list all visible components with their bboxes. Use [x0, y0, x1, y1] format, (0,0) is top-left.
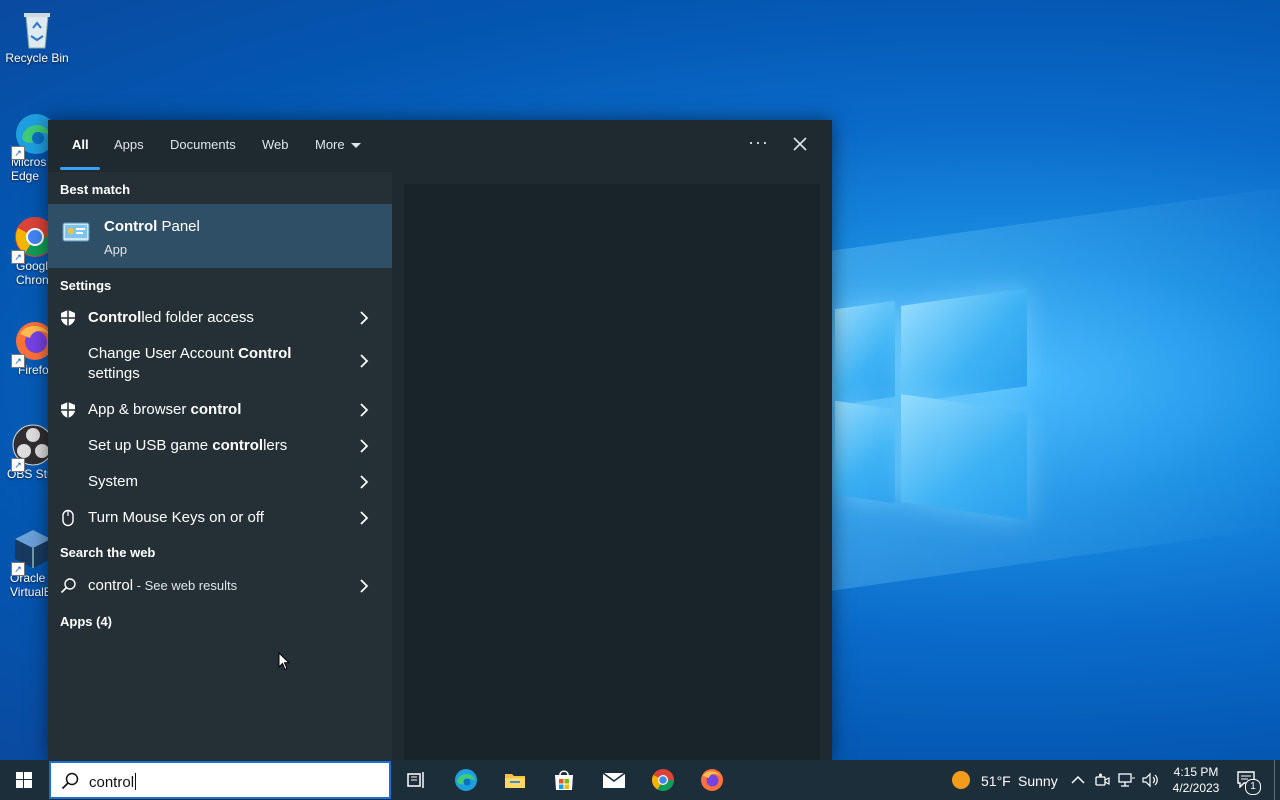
volume-icon[interactable] — [1142, 772, 1160, 788]
settings-item-label: Set up USB game controllers — [88, 437, 287, 454]
best-match-title-rest: Panel — [157, 218, 200, 235]
sun-icon — [952, 771, 970, 789]
chevron-up-icon[interactable] — [1070, 773, 1086, 787]
settings-heading: Settings — [60, 278, 112, 293]
web-result-control[interactable]: control - See web results — [48, 568, 392, 604]
desktop-icon-label: Recycle Bin — [5, 51, 69, 65]
web-result-query: control — [88, 577, 134, 594]
weather-temp: 51°F — [981, 773, 1011, 789]
best-match-title-bold: Control — [104, 218, 158, 235]
preview-pane — [404, 184, 820, 760]
chevron-right-icon — [360, 311, 369, 325]
settings-item-label-pre: Set up USB game — [88, 437, 213, 454]
settings-item-label: Turn Mouse Keys on or off — [88, 509, 264, 526]
weather-condition: Sunny — [1018, 773, 1058, 789]
best-match-title: Control Panel — [104, 218, 200, 235]
chevron-right-icon — [360, 475, 369, 489]
more-options-icon[interactable]: ··· — [748, 132, 769, 153]
settings-item-system[interactable]: System — [48, 464, 392, 500]
windows-logo-wallpaper — [835, 283, 1027, 520]
chevron-right-icon — [360, 511, 369, 525]
close-icon[interactable] — [790, 134, 810, 154]
settings-item-label: Change User Account Control settings — [88, 344, 338, 384]
search-input-value: control — [89, 774, 135, 791]
settings-item-label-bold: control — [212, 437, 264, 454]
settings-item-label-pre: Change User Account — [88, 345, 239, 362]
tab-apps[interactable]: Apps — [114, 137, 144, 152]
search-input[interactable]: control — [89, 773, 137, 791]
start-button[interactable] — [0, 760, 48, 800]
search-web-heading: Search the web — [60, 545, 156, 560]
settings-item-mouse-keys[interactable]: Turn Mouse Keys on or off — [48, 500, 392, 536]
search-icon — [61, 772, 79, 790]
tab-documents[interactable]: Documents — [170, 137, 236, 152]
apps-heading[interactable]: Apps (4) — [60, 614, 112, 629]
meet-now-icon[interactable] — [1094, 772, 1110, 788]
file-explorer-icon[interactable] — [503, 768, 527, 792]
recycle-bin-icon — [17, 8, 57, 49]
shield-icon — [61, 402, 75, 418]
taskbar: control 51°F Sunny 4:15 PM 4/2/2023 1 — [0, 760, 1280, 800]
settings-item-label-post: lers — [263, 437, 288, 454]
edge-icon[interactable] — [454, 768, 478, 792]
web-result-suffix: - See web results — [133, 578, 238, 593]
clock[interactable]: 4:15 PM 4/2/2023 — [1166, 764, 1226, 796]
store-icon[interactable] — [552, 768, 576, 792]
chevron-right-icon — [360, 354, 369, 368]
shortcut-arrow-icon: ↗ — [11, 354, 25, 368]
mail-icon[interactable] — [602, 768, 626, 792]
task-view-icon[interactable] — [404, 768, 428, 792]
active-tab-indicator — [60, 167, 100, 170]
settings-item-label-post: led folder access — [141, 309, 254, 326]
settings-item-label-bold: Control — [88, 309, 142, 326]
settings-item-label-bold: Control — [238, 345, 292, 362]
network-icon[interactable] — [1118, 772, 1136, 788]
search-tabs: All Apps Documents Web More ··· — [48, 120, 832, 172]
shortcut-arrow-icon: ↗ — [11, 250, 25, 264]
chevron-down-icon — [350, 143, 361, 149]
settings-item-label-pre: App & browser — [88, 401, 191, 418]
shortcut-arrow-icon: ↗ — [11, 146, 25, 160]
chevron-right-icon — [360, 439, 369, 453]
settings-item-change-uac[interactable]: Change User Account Control settings — [48, 338, 392, 384]
notification-center-button[interactable]: 1 — [1236, 770, 1261, 795]
taskbar-search-box[interactable]: control — [49, 761, 391, 799]
settings-item-label-post: settings — [88, 365, 140, 382]
firefox-icon[interactable] — [700, 768, 724, 792]
clock-date: 4/2/2023 — [1172, 781, 1220, 795]
tab-more-label: More — [315, 137, 345, 152]
control-panel-icon — [62, 222, 90, 242]
settings-item-usb-game-controllers[interactable]: Set up USB game controllers — [48, 428, 392, 464]
mouse-cursor-icon — [278, 652, 290, 671]
results-list: Best match Control Panel App Settings Co… — [48, 172, 392, 760]
windows-icon — [16, 772, 32, 788]
search-panel: All Apps Documents Web More ··· Best mat… — [48, 120, 832, 760]
best-match-subtitle: App — [104, 242, 128, 257]
tab-more[interactable]: More — [315, 137, 361, 152]
settings-item-app-browser-control[interactable]: App & browser control — [48, 392, 392, 428]
settings-item-label: App & browser control — [88, 401, 241, 418]
settings-item-controlled-folder-access[interactable]: Controlled folder access — [48, 300, 392, 336]
shortcut-arrow-icon: ↗ — [11, 562, 25, 576]
chevron-right-icon — [360, 579, 369, 593]
tab-web[interactable]: Web — [262, 137, 289, 152]
settings-item-label: Controlled folder access — [88, 309, 254, 326]
search-icon — [60, 578, 76, 594]
notification-badge: 1 — [1245, 779, 1261, 795]
chrome-icon[interactable] — [651, 768, 675, 792]
mouse-icon — [62, 509, 74, 527]
settings-item-label-bold: control — [190, 401, 242, 418]
show-desktop-button[interactable] — [1274, 760, 1275, 800]
desktop-icon-recycle-bin[interactable]: Recycle Bin — [4, 8, 70, 65]
tab-all[interactable]: All — [72, 137, 89, 152]
text-caret — [135, 773, 137, 790]
shortcut-arrow-icon: ↗ — [11, 458, 25, 472]
shield-icon — [61, 310, 75, 326]
best-match-heading: Best match — [60, 182, 131, 197]
best-match-control-panel[interactable]: Control Panel App — [48, 204, 392, 268]
settings-item-label: System — [88, 473, 139, 490]
clock-time: 4:15 PM — [1173, 765, 1219, 779]
chevron-right-icon — [360, 403, 369, 417]
web-result-label: control - See web results — [88, 577, 237, 594]
